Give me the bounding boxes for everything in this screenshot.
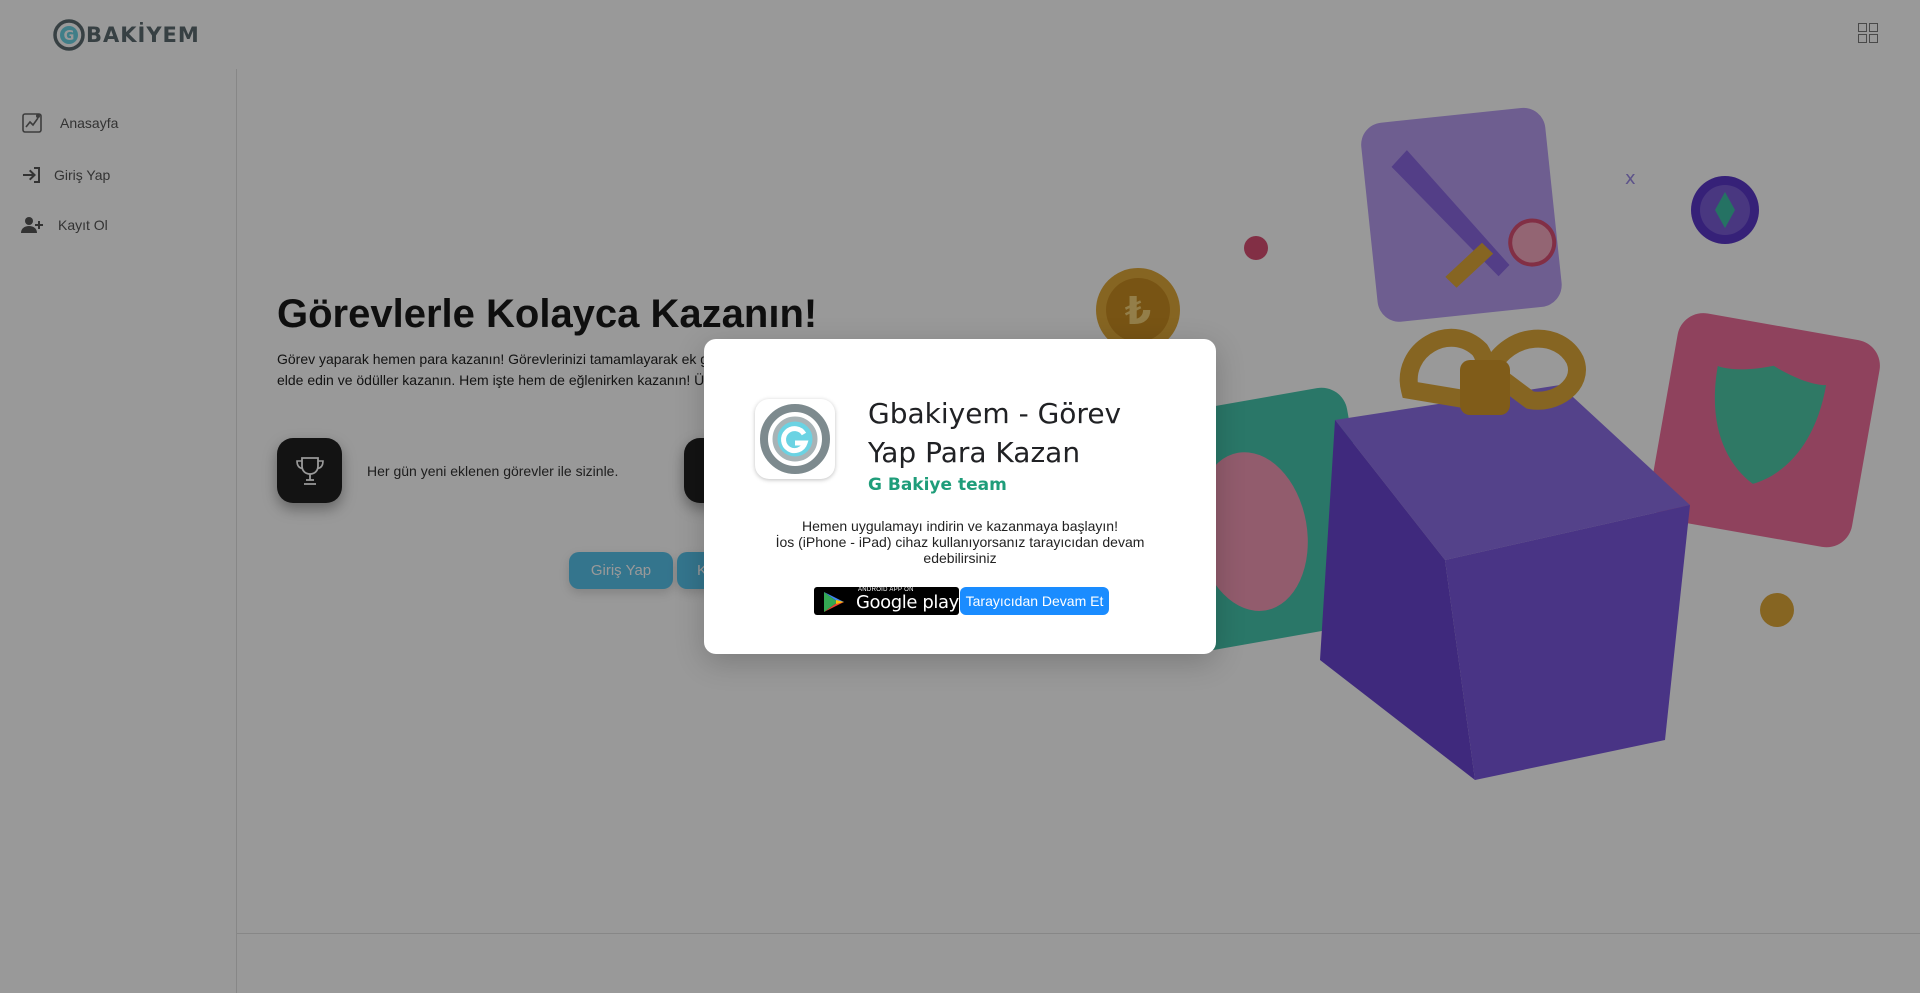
app-download-dialog: Gbakiyem - Görev Yap Para Kazan G Bakiye…: [704, 339, 1216, 654]
modal-message: Hemen uygulamayı indirin ve kazanmaya ba…: [704, 518, 1216, 566]
play-store-icon: [824, 592, 844, 612]
app-icon: [755, 399, 835, 479]
modal-message-line: İos (iPhone - iPad) cihaz kullanıyorsanı…: [775, 534, 1145, 566]
app-developer: G Bakiye team: [868, 475, 1007, 495]
modal-message-line: Hemen uygulamayı indirin ve kazanmaya ba…: [802, 518, 1118, 534]
google-play-badge[interactable]: ANDROID APP ON Google play: [814, 587, 959, 615]
app-title: Gbakiyem - Görev Yap Para Kazan: [868, 397, 1122, 469]
google-play-text: Google play: [856, 592, 959, 613]
continue-in-browser-button[interactable]: Tarayıcıdan Devam Et: [960, 587, 1109, 615]
